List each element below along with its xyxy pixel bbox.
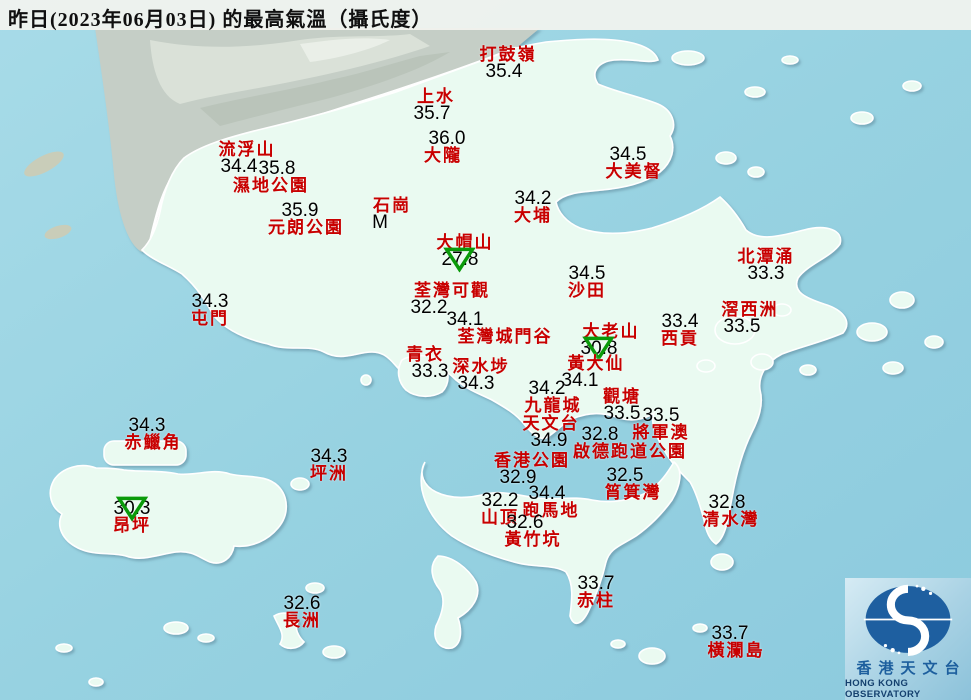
station-value: 35.9 [281,200,319,221]
station-sheung-shui: 上水 35.7 [413,88,455,124]
station-name: 筲箕灣 [604,483,662,502]
station-name: 濕地公園 [233,176,309,195]
station-name: 黃竹坑 [504,530,562,549]
station-sham-shui-po: 深水埗 34.3 [453,358,510,394]
station-ta-kwu-ling: 打鼓嶺 35.4 [480,46,537,82]
station-value: 33.5 [723,316,761,337]
station-tai-lo-shan: 大老山 30.8 [581,323,640,361]
station-clear-water-bay: 32.8 清水灣 [702,492,760,529]
station-name: 大隴 [424,146,462,165]
peng-chau-island [290,477,310,491]
station-hong-kong-park: 香港公園 32.9 [494,452,570,487]
station-value: 35.4 [485,61,523,82]
station-value: 32.6 [506,512,544,533]
station-value: 32.5 [606,465,644,486]
station-value: M [372,212,388,233]
station-tai-mo-shan: 大帽山 27.8 [437,234,494,272]
station-value: 32.8 [581,424,619,445]
station-kowloon-city: 34.2 九龍城 [524,378,582,415]
station-name: 西貢 [661,329,699,348]
station-cheung-chau: 32.6 長洲 [283,593,321,630]
station-value: 33.4 [661,311,699,332]
station-peng-chau: 34.3 坪洲 [310,446,348,483]
station-value: 34.1 [446,309,484,330]
station-value: 34.3 [191,291,229,312]
station-value: 32.6 [283,593,321,614]
station-chek-lap-kok: 34.3 赤鱲角 [124,415,182,452]
station-sha-tin: 34.5 沙田 [568,263,606,300]
station-shau-kei-wan: 32.5 筲箕灣 [604,465,662,502]
hong-kong-map [0,0,971,700]
station-value: 34.2 [528,378,566,399]
title-bar: 昨日(2023年06月03日) 的最高氣溫（攝氏度） [0,0,971,31]
station-name: 啟德跑道公園 [573,442,687,461]
station-name: 長洲 [283,611,321,630]
station-value: 32.8 [708,492,746,513]
station-value: 32.2 [410,297,448,318]
station-value: 27.8 [442,247,478,272]
station-tai-mei-tuk: 34.5 大美督 [605,144,663,181]
station-stanley: 33.7 赤柱 [577,573,615,610]
station-tsuen-wan-shing-mun-valley: 34.1 荃灣城門谷 [447,310,553,346]
station-value: 33.3 [747,263,785,284]
station-sai-kung: 33.4 西貢 [661,311,699,348]
station-value: 35.8 [258,158,296,179]
station-name: 大埔 [514,206,552,225]
station-name: 昂坪 [113,516,151,535]
station-pak-tam-chung: 北潭涌 33.3 [738,248,795,284]
station-value: 34.3 [128,415,166,436]
hko-logo-icon [863,584,953,657]
station-value: 34.2 [514,188,552,209]
station-kau-sai-chau: 滘西洲 33.5 [722,301,779,337]
station-name: 將軍澳 [632,423,690,442]
station-value: 33.5 [642,405,680,426]
station-value: 35.7 [413,103,451,124]
station-tseung-kwan-o: 33.5 將軍澳 [632,405,690,442]
station-tsing-yi: 青衣 33.3 [406,346,448,381]
station-value: 33.7 [577,573,615,594]
station-wetland-park: 35.8 濕地公園 [233,158,309,195]
station-name: 荃灣城門谷 [457,327,553,346]
station-tai-po: 34.2 大埔 [514,188,552,225]
station-tai-lung: 36.0 大隴 [424,129,465,165]
station-name: 大美督 [605,162,663,181]
extreme-marker-icon [115,496,149,521]
hko-logo-block: 香港天文台 HONG KONG OBSERVATORY [845,578,971,700]
station-name: 清水灣 [702,510,760,529]
extreme-marker-icon [443,247,477,272]
station-name: 橫瀾島 [707,641,765,660]
station-value: 34.3 [310,446,348,467]
station-value: 34.5 [609,144,647,165]
station-hk-observatory: 天文台 34.9 [523,415,580,451]
logo-english-name: HONG KONG OBSERVATORY [845,678,921,700]
logo-chinese-name: 香港天文台 [856,661,967,677]
station-name: 坪洲 [310,464,348,483]
station-value: 34.9 [530,430,568,451]
station-waglan-island: 33.7 橫瀾島 [707,623,765,660]
station-name: 元朗公園 [268,218,344,237]
station-name: 屯門 [191,309,229,328]
station-value: 33.3 [411,361,449,382]
station-name: 沙田 [568,281,606,300]
station-yuen-long-park: 35.9 元朗公園 [268,200,344,237]
station-value: 34.5 [568,263,606,284]
ma-wan-island [360,374,372,386]
station-tuen-mun: 34.3 屯門 [191,291,229,328]
station-wong-chuk-hang: 32.6 黃竹坑 [504,512,562,549]
station-value: 36.0 [428,128,466,149]
station-value: 34.3 [457,373,495,394]
station-ngong-ping: 30.3 昂坪 [113,496,151,535]
station-value: 33.7 [711,623,749,644]
map-title: 昨日(2023年06月03日) 的最高氣溫（攝氏度） [8,9,433,31]
station-name: 九龍城 [524,396,582,415]
station-value: 30.3 [114,496,150,521]
station-shek-kong: 石崗 M [372,197,411,233]
station-name: 赤柱 [577,591,615,610]
station-value: 34.4 [528,483,566,504]
station-name: 赤鱲角 [124,433,182,452]
station-value: 32.2 [481,490,519,511]
weather-map-screen: 昨日(2023年06月03日) 的最高氣溫（攝氏度） 打鼓嶺 35.4 上水 35.7… [0,0,971,700]
